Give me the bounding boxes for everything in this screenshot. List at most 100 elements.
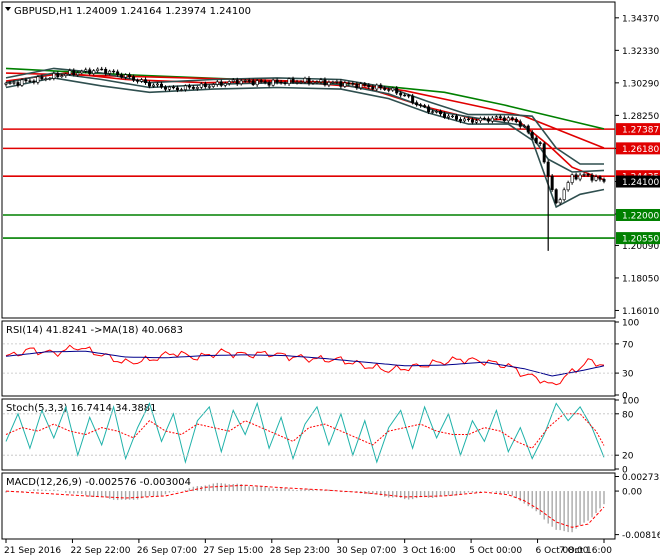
price-ytick-label: 1.28250 [622,112,659,122]
candle-body [566,182,570,191]
candle-body [152,84,156,87]
candle-body [407,95,411,97]
candle-body [347,82,351,84]
candle-body [16,82,20,86]
candle-body [263,81,267,83]
candle-body [259,80,263,82]
candle-body [171,86,175,89]
candle-body [295,81,299,84]
time-tick-label: 27 Sep 15:00 [203,546,263,556]
time-tick-label: 28 Sep 23:00 [270,546,330,556]
candle-body [128,74,132,78]
level-label: 1.20550 [622,235,659,245]
candle-body [534,137,538,143]
candle-body [140,79,144,82]
candle-body [598,176,602,180]
candle-body [291,78,295,83]
candle-body [299,81,303,84]
candle-body [554,189,558,204]
candle-body [24,79,28,82]
candle-body [195,86,199,89]
candle-body [526,125,530,133]
candle-body [136,80,140,82]
candle-body [231,79,235,82]
time-tick-label: 5 Oct 00:00 [469,546,522,556]
candle-body [120,74,124,78]
stoch-ytick-label: 20 [622,452,634,462]
candle-body [203,83,207,88]
candle-body [187,85,191,88]
time-tick-label: 3 Oct 16:00 [403,546,456,556]
candle-body [494,116,498,119]
candle-body [355,83,359,89]
candle-body [319,79,323,83]
candle-body [315,81,319,83]
candle-body [159,83,163,88]
candle-body [510,117,514,120]
candle-body [602,178,606,182]
candle-body [4,82,8,85]
candle-body [359,83,363,89]
candle-body [514,118,518,123]
candle-body [419,104,423,106]
rsi-ytick-label: 30 [622,370,634,380]
candle-body [199,83,203,88]
candle-body [167,86,171,90]
candle-body [530,131,534,139]
candle-body [411,95,415,103]
candle-body [60,75,64,77]
candle-body [207,86,211,88]
candle-body [211,84,215,87]
candle-body [116,71,120,75]
candle-body [498,116,502,119]
stoch-ytick-label: 80 [622,410,634,420]
candle-body [56,73,60,77]
price-ytick-label: 1.18050 [622,274,659,284]
candle-body [363,83,367,86]
candle-body [395,87,399,94]
candle-body [490,117,494,122]
candle-body [243,80,247,82]
candle-body [323,79,327,86]
candle-body [367,84,371,88]
candle-body [590,174,594,181]
candle-body [148,82,152,87]
candle-body [223,83,227,86]
price-ytick-label: 1.32330 [622,47,659,57]
candle-body [502,117,506,122]
time-tick-label: 22 Sep 22:00 [70,546,130,556]
candle-body [72,70,76,76]
macd-header-label: MACD(12,26,9) -0.002576 -0.003004 [6,477,191,488]
candle-body [518,121,522,127]
candle-body [327,82,331,86]
candle-body [550,175,554,190]
rsi-ytick-label: 70 [622,340,634,350]
candle-body [271,79,275,86]
candle-body [32,80,36,83]
candle-body [339,81,343,87]
candle-body [482,117,486,120]
stoch-ytick-label: 100 [622,397,639,407]
candle-body [155,83,159,86]
candle-body [247,80,251,82]
candle-body [275,79,279,83]
candle-body [227,81,231,84]
level-label: 1.27387 [622,126,659,136]
candle-body [96,68,100,71]
stoch-header-label: Stoch(5,3,3) 16.7414 34.3881 [6,403,157,414]
candle-body [239,80,243,85]
candle-body [506,117,510,122]
candle-body [470,119,474,123]
candle-body [36,76,40,83]
candle-body [8,82,12,85]
candle-body [431,111,435,113]
candle-body [562,189,566,200]
candle-body [403,94,407,97]
candle-body [522,125,526,128]
candle-body [474,120,478,123]
candle-body [287,78,291,84]
candle-body [28,80,32,82]
candle-body [462,118,466,122]
candle-body [112,70,116,73]
candle-body [267,82,271,86]
